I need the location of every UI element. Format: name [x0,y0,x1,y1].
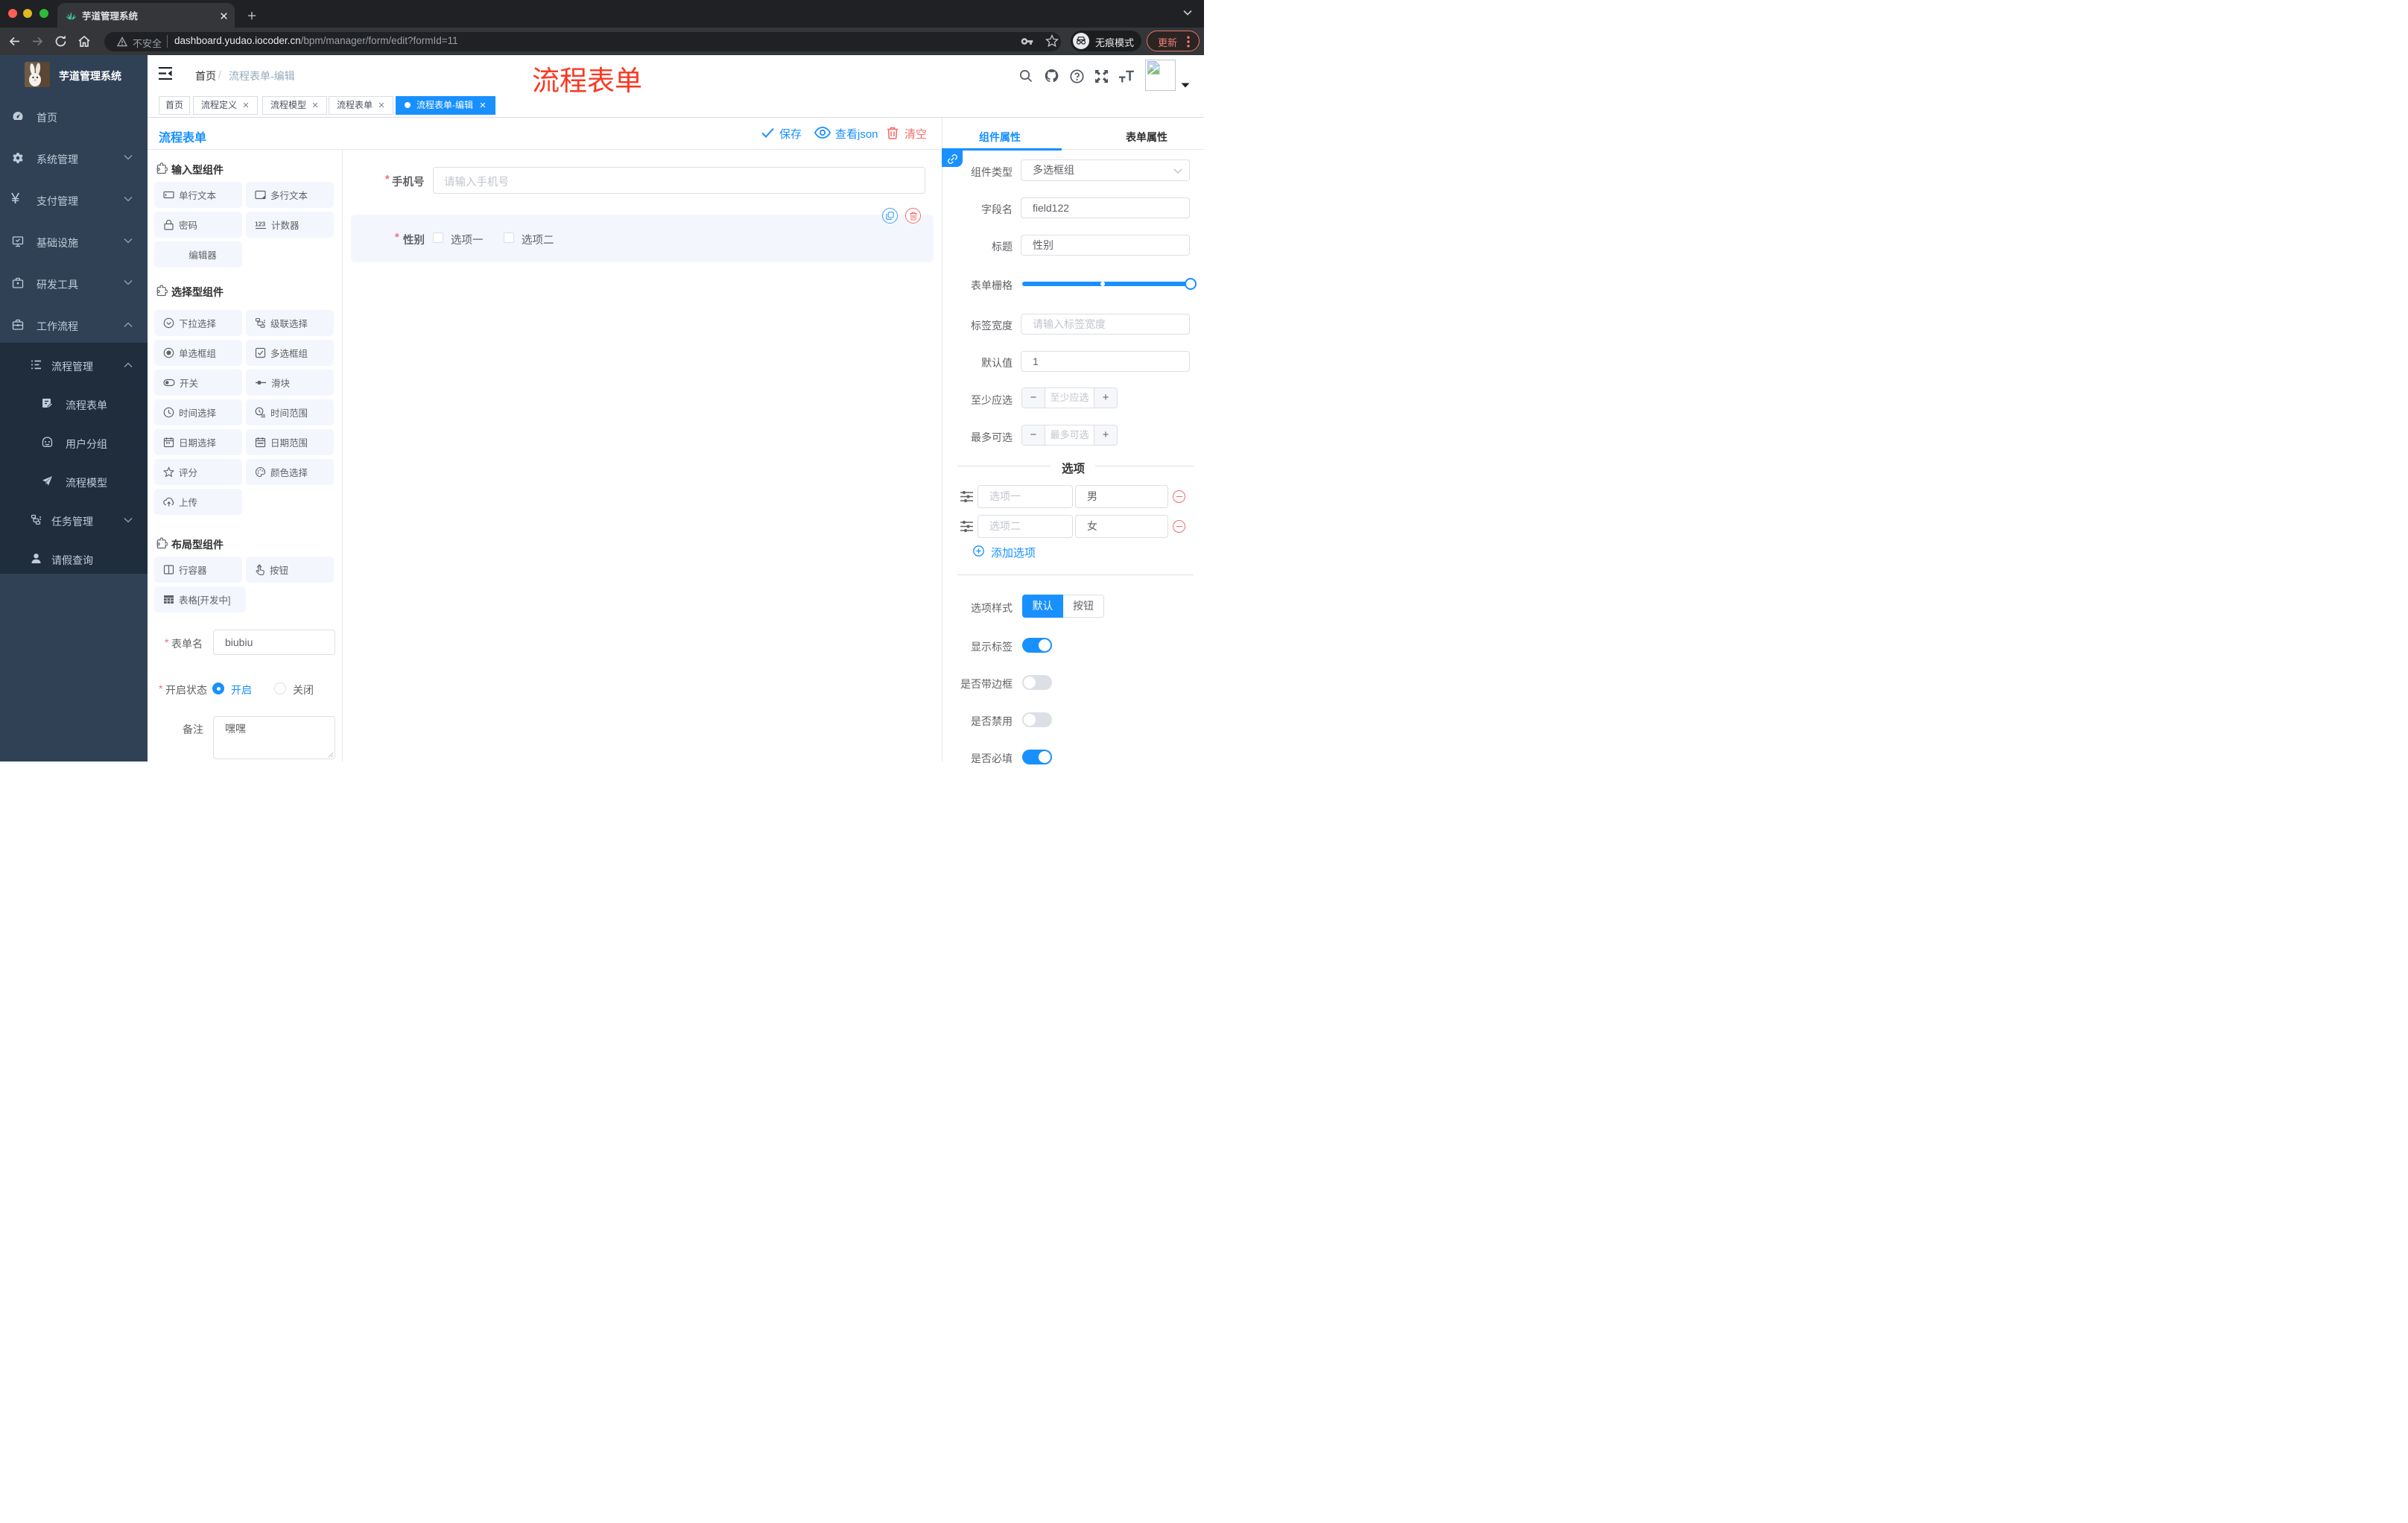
svg-text:123: 123 [255,221,265,228]
